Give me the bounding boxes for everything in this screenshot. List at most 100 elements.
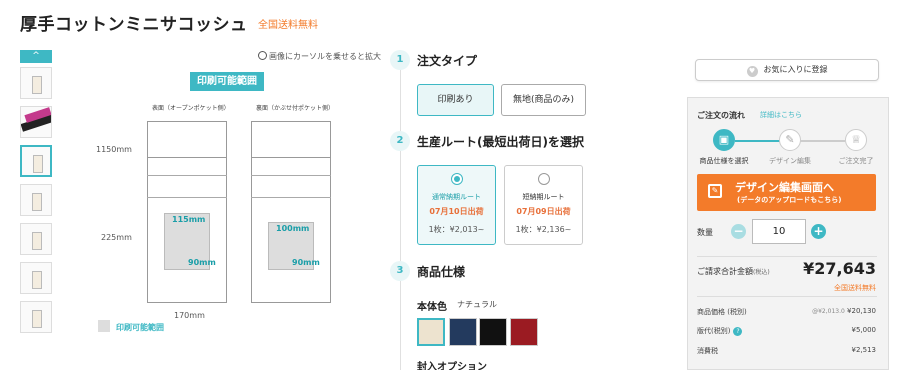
flow-step-select: 商品仕様を選択 xyxy=(699,157,749,165)
step-connector xyxy=(400,58,401,370)
swatch-black[interactable] xyxy=(479,318,507,346)
quantity-minus-button[interactable]: − xyxy=(731,224,746,239)
zoom-hint: 画像にカーソルを乗せると拡大 xyxy=(258,51,381,62)
radio-icon xyxy=(451,173,463,185)
quantity-plus-button[interactable]: + xyxy=(811,224,826,239)
front-area-width: 90mm xyxy=(188,258,216,267)
route-date: 07月09日出荷 xyxy=(516,207,571,216)
flow-step-design: デザイン編集 xyxy=(769,157,811,165)
swatch-natural[interactable] xyxy=(417,318,445,346)
total-tax-note: (税込) xyxy=(753,269,770,276)
design-edit-button[interactable]: ✎ デザイン編集画面へ (データのアップロードもこちら) xyxy=(697,174,876,211)
gift-icon: ▣ xyxy=(713,129,735,151)
total-label-text: ご請求合計金額 xyxy=(697,267,753,276)
thumbnail-list: ^ xyxy=(20,50,54,340)
back-handle xyxy=(251,121,331,157)
total-label: ご請求合計金額(税込) xyxy=(697,266,770,277)
front-area-height: 115mm xyxy=(172,215,206,224)
step-2-title: 生産ルート(最短出荷日)を選択 xyxy=(417,135,584,149)
route-name: 通常納期ルート xyxy=(432,193,481,201)
step-1-number: 1 xyxy=(390,50,410,70)
dimension-body-height: 225mm xyxy=(101,233,132,242)
radio-icon xyxy=(538,173,550,185)
heart-icon: ♥ xyxy=(746,66,758,77)
front-handle xyxy=(147,121,227,157)
flow-line xyxy=(735,140,780,142)
route-date: 07月10日出荷 xyxy=(429,207,484,216)
quantity-label: 数量 xyxy=(697,228,713,237)
flow-line xyxy=(800,140,845,142)
pencil-icon: ✎ xyxy=(779,129,801,151)
design-button-title: デザイン編集画面へ xyxy=(735,181,834,194)
favorite-label: お気に入りに登録 xyxy=(763,65,828,74)
favorite-button[interactable]: ♥ お気に入りに登録 xyxy=(695,59,879,81)
divider xyxy=(147,197,227,198)
thumbnail-2[interactable] xyxy=(20,106,52,138)
step-3-number: 3 xyxy=(390,261,410,281)
order-type-plain[interactable]: 無地(商品のみ) xyxy=(501,84,586,116)
body-color-value: ナチュラル xyxy=(457,300,497,309)
quantity-input[interactable]: 10 xyxy=(752,219,806,244)
unit-price: @¥2,013.0 xyxy=(812,308,845,315)
divider xyxy=(697,296,877,297)
page-title: 厚手コットンミニサコッシュ xyxy=(20,15,248,35)
trophy-icon: ♕ xyxy=(845,129,867,151)
thumbnail-5[interactable] xyxy=(20,223,52,255)
step-1-title: 注文タイプ xyxy=(417,54,478,68)
total-amount: ¥27,643 xyxy=(803,259,876,278)
thumbnail-image xyxy=(32,271,42,289)
step-2-number: 2 xyxy=(390,131,410,151)
thumbnail-4[interactable] xyxy=(20,184,52,216)
flow-step-complete: ご注文完了 xyxy=(838,157,874,165)
back-label: 裏面（かぶせ付ポケット側） xyxy=(256,105,335,112)
print-area-legend-swatch xyxy=(98,320,110,332)
order-type-print[interactable]: 印刷あり xyxy=(417,84,494,116)
thumbnail-6[interactable] xyxy=(20,262,52,294)
thumbnail-1[interactable] xyxy=(20,67,52,99)
route-price: 1枚：¥2,136~ xyxy=(515,225,572,234)
thumbnail-up-button[interactable]: ^ xyxy=(20,50,52,63)
divider xyxy=(251,175,331,176)
help-icon[interactable]: ? xyxy=(733,327,743,336)
tax-row-value: ¥2,513 xyxy=(851,346,877,354)
design-button-subtitle: (データのアップロードもこちら) xyxy=(737,196,842,204)
thumbnail-3[interactable] xyxy=(20,145,52,177)
route-price: 1枚：¥2,013~ xyxy=(428,225,485,234)
step-3-title: 商品仕様 xyxy=(417,265,466,279)
zoom-hint-text: 画像にカーソルを乗せると拡大 xyxy=(269,52,381,61)
price-row-value: @¥2,013.0 ¥20,130 xyxy=(812,307,876,315)
body-color-label: 本体色 xyxy=(417,302,447,313)
divider xyxy=(147,175,227,176)
route-name: 短納期ルート xyxy=(522,193,565,201)
divider xyxy=(251,197,331,198)
free-shipping-badge: 全国送料無料 xyxy=(258,20,318,31)
divider xyxy=(697,256,877,257)
front-label: 表面（オープンポケット側） xyxy=(152,105,230,112)
enclose-option-label: 封入オプション xyxy=(417,362,487,370)
flow-title: ご注文の流れ xyxy=(697,111,745,120)
back-area-height: 100mm xyxy=(276,224,310,233)
swatch-navy[interactable] xyxy=(449,318,477,346)
thumbnail-image xyxy=(32,232,42,250)
print-area-legend-label: 印刷可能範囲 xyxy=(116,323,164,332)
price-row-label: 商品価格 (税別) xyxy=(697,308,747,316)
thumbnail-image xyxy=(32,193,42,211)
thumbnail-7[interactable] xyxy=(20,301,52,333)
thumbnail-image xyxy=(32,310,42,328)
route-express[interactable]: 短納期ルート 07月09日出荷 1枚：¥2,136~ xyxy=(504,165,583,245)
total-shipping-note: 全国送料無料 xyxy=(834,284,876,292)
plate-row-value: ¥5,000 xyxy=(851,326,877,334)
price-value: ¥20,130 xyxy=(847,307,876,315)
plate-label-text: 版代(税別) xyxy=(697,327,731,335)
thumbnail-image xyxy=(32,76,42,94)
route-standard[interactable]: 通常納期ルート 07月10日出荷 1枚：¥2,013~ xyxy=(417,165,496,245)
back-area-width: 90mm xyxy=(292,258,320,267)
print-area-button[interactable]: 印刷可能範囲 xyxy=(190,72,264,91)
dimension-total-height: 1150mm xyxy=(96,145,132,154)
zoom-icon xyxy=(258,51,267,60)
dimension-body-width: 170mm xyxy=(174,311,205,320)
swatch-red[interactable] xyxy=(510,318,538,346)
flow-detail-link[interactable]: 詳細はこちら xyxy=(760,110,802,120)
tax-row-label: 消費税 xyxy=(697,347,718,355)
plate-row-label: 版代(税別)? xyxy=(697,326,743,336)
